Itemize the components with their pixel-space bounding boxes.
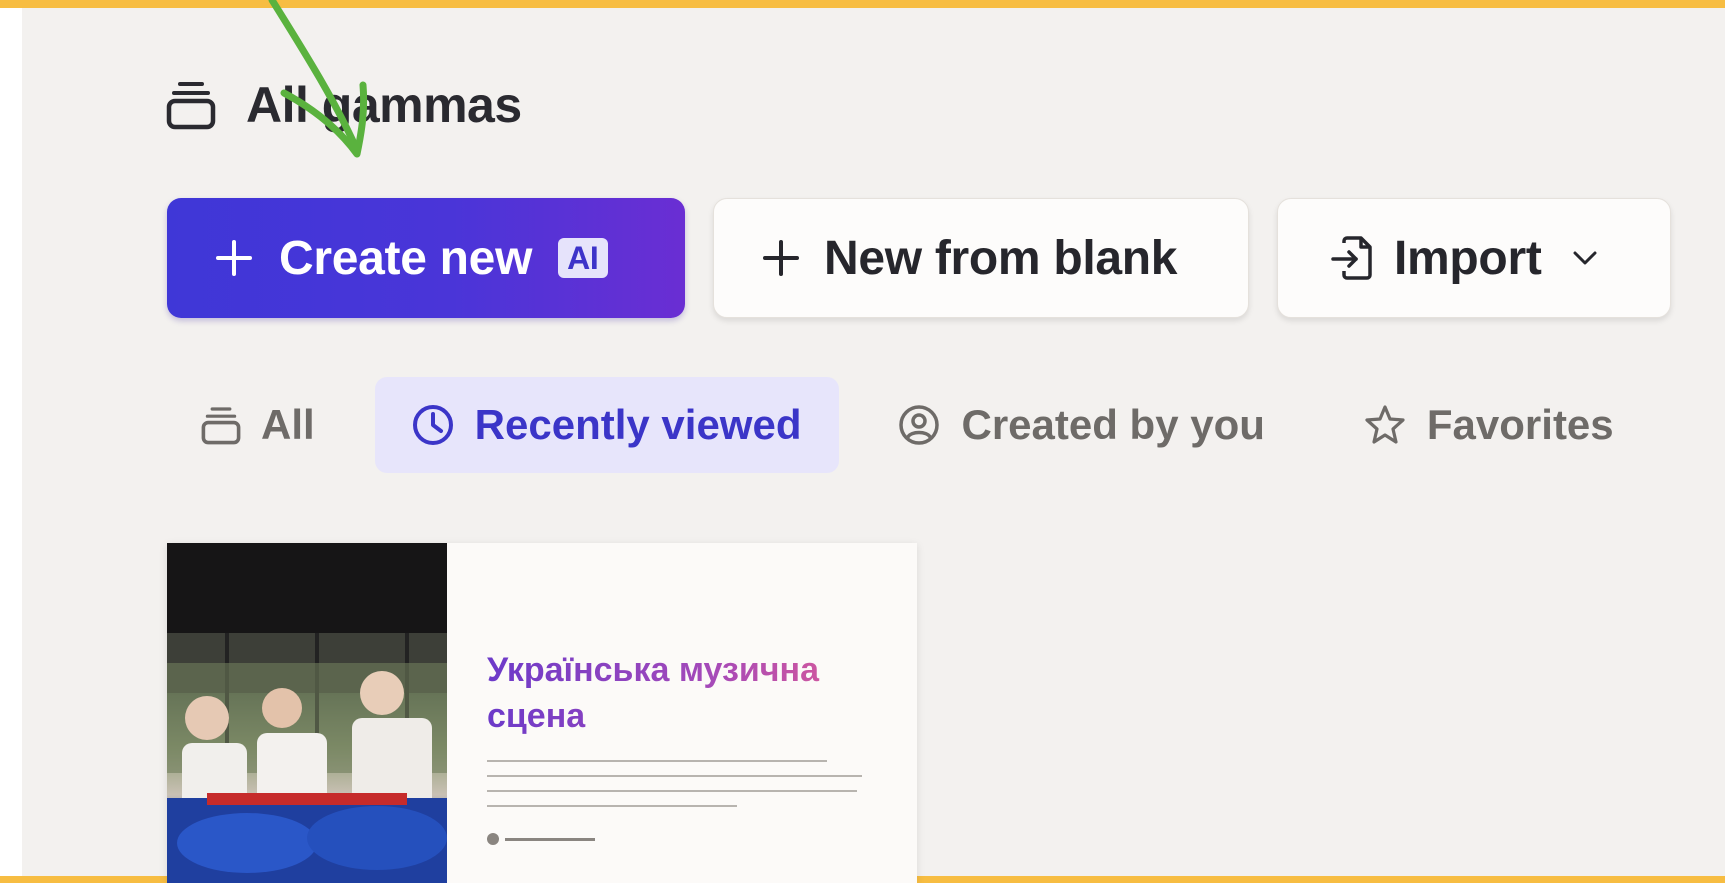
tab-all[interactable]: All xyxy=(167,377,375,473)
action-bar: Create new AI New from blank Import xyxy=(167,198,1671,318)
create-new-button[interactable]: Create new AI xyxy=(167,198,685,318)
import-button[interactable]: Import xyxy=(1277,198,1671,318)
main-panel: All gammas Create new AI New from blank … xyxy=(22,8,1725,883)
tab-favorites-label: Favorites xyxy=(1426,401,1614,448)
stack-icon xyxy=(166,80,216,130)
filter-tabs: All Recently viewed Created by you Favor… xyxy=(167,377,1614,473)
tab-all-label: All xyxy=(261,401,315,448)
plus-icon xyxy=(215,239,253,277)
star-icon xyxy=(1363,403,1407,447)
tab-created-by-you-label: Created by you xyxy=(961,401,1265,448)
stack-icon xyxy=(201,405,241,445)
gamma-card[interactable]: Українська музична сцена xyxy=(167,543,917,883)
import-icon xyxy=(1330,235,1376,281)
new-from-blank-label: New from blank xyxy=(824,231,1178,285)
user-circle-icon xyxy=(897,403,941,447)
tab-recently-viewed-label: Recently viewed xyxy=(474,401,802,448)
frame: All gammas Create new AI New from blank … xyxy=(0,8,1725,883)
card-title: Українська музична сцена xyxy=(487,647,887,739)
chevron-down-icon xyxy=(1572,250,1598,266)
import-label: Import xyxy=(1394,231,1542,285)
ai-badge: AI xyxy=(558,238,608,278)
create-new-label: Create new xyxy=(279,231,533,285)
page-header: All gammas xyxy=(166,76,522,134)
page-title: All gammas xyxy=(246,77,522,133)
card-thumbnail-image xyxy=(167,543,447,883)
new-from-blank-button[interactable]: New from blank xyxy=(713,198,1249,318)
tab-created-by-you[interactable]: Created by you xyxy=(839,377,1362,473)
tab-recently-viewed[interactable]: Recently viewed xyxy=(374,377,840,473)
card-content: Українська музична сцена xyxy=(447,543,917,883)
clock-icon xyxy=(411,403,455,447)
plus-icon xyxy=(762,239,800,277)
tab-favorites[interactable]: Favorites xyxy=(1363,377,1614,473)
author-avatar xyxy=(487,833,499,845)
author-name-placeholder xyxy=(505,837,595,841)
card-description-placeholder xyxy=(487,753,867,820)
card-author xyxy=(487,833,595,845)
